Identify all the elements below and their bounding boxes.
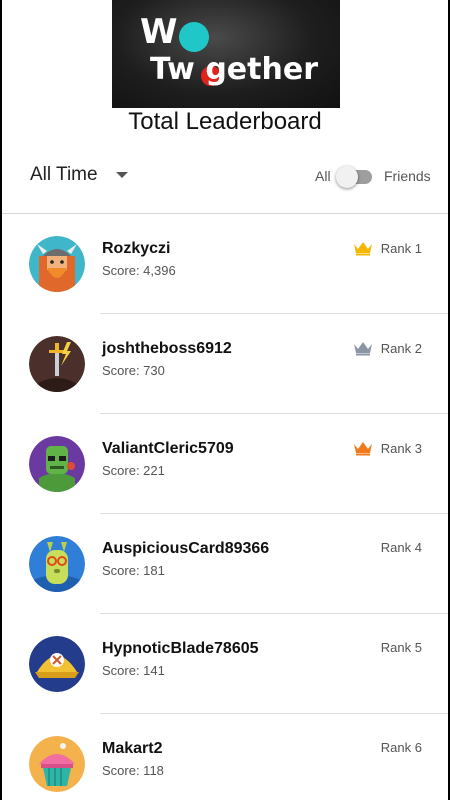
- player-name: HypnoticBlade78605: [102, 640, 259, 657]
- leaderboard-list: Rozkyczi Score: 4,396 Rank 1 joshtheboss…: [2, 214, 448, 800]
- rank-badge: Rank 1: [353, 240, 422, 256]
- rank-label: Rank 6: [380, 740, 422, 755]
- player-score: Score: 118: [102, 763, 164, 778]
- player-name: AuspiciousCard89366: [102, 540, 270, 557]
- leaderboard-screen: W Tw gether Total Leaderboard All Time A…: [2, 0, 448, 800]
- gold-crown-icon: [353, 242, 372, 256]
- bronze-crown-icon: [353, 442, 372, 456]
- leaderboard-row[interactable]: Rozkyczi Score: 4,396 Rank 1: [2, 214, 448, 314]
- player-score: Score: 221: [102, 463, 165, 478]
- silver-crown-icon: [353, 342, 372, 356]
- page-title: Total Leaderboard: [128, 108, 322, 135]
- rank-badge: Rank 6: [381, 740, 422, 755]
- rank-label: Rank 3: [380, 440, 422, 456]
- player-score: Score: 4,396: [102, 263, 176, 278]
- rank-label: Rank 2: [380, 340, 422, 356]
- leaderboard-row[interactable]: ValiantCleric5709 Score: 221 Rank 3: [2, 414, 448, 514]
- player-score: Score: 141: [102, 663, 165, 678]
- cap-avatar-icon: [29, 636, 85, 692]
- logo-line-1: W: [140, 12, 178, 52]
- time-range-dropdown[interactable]: All Time: [30, 164, 128, 186]
- player-name: ValiantCleric5709: [102, 440, 234, 457]
- logo-teal-dot: [179, 22, 209, 52]
- leaderboard-row[interactable]: joshtheboss6912 Score: 730 Rank 2: [2, 314, 448, 414]
- cupcake-avatar-icon: [29, 736, 85, 792]
- player-name: Makart2: [102, 740, 163, 757]
- sword-stone-avatar-icon: [29, 336, 85, 392]
- wo-together-logo: W Tw gether: [112, 0, 340, 108]
- toggle-all-label: All: [315, 168, 331, 184]
- player-score: Score: 181: [102, 563, 165, 578]
- player-name: Rozkyczi: [102, 240, 171, 257]
- chevron-down-icon: [115, 172, 128, 178]
- toggle-friends-label: Friends: [384, 168, 431, 184]
- rank-label: Rank 5: [380, 640, 422, 655]
- leaderboard-row[interactable]: Makart2 Score: 118 Rank 6: [2, 714, 448, 800]
- leaderboard-row[interactable]: HypnoticBlade78605 Score: 141 Rank 5: [2, 614, 448, 714]
- all-friends-toggle[interactable]: [336, 166, 374, 188]
- viking-avatar-icon: [29, 236, 85, 292]
- leaderboard-row[interactable]: AuspiciousCard89366 Score: 181 Rank 4: [2, 514, 448, 614]
- rank-badge: Rank 2: [353, 340, 422, 356]
- llama-avatar-icon: [29, 536, 85, 592]
- rank-badge: Rank 3: [353, 440, 422, 456]
- logo-line-2: Tw gether: [150, 52, 318, 87]
- rank-badge: Rank 5: [381, 640, 422, 655]
- zombie-avatar-icon: [29, 436, 85, 492]
- rank-label: Rank 1: [380, 240, 422, 256]
- rank-label: Rank 4: [380, 540, 422, 555]
- toggle-thumb: [336, 166, 358, 188]
- rank-badge: Rank 4: [381, 540, 422, 555]
- player-score: Score: 730: [102, 363, 165, 378]
- player-name: joshtheboss6912: [102, 340, 232, 357]
- filter-row: All Time All Friends: [2, 150, 448, 206]
- time-range-label: All Time: [30, 164, 98, 185]
